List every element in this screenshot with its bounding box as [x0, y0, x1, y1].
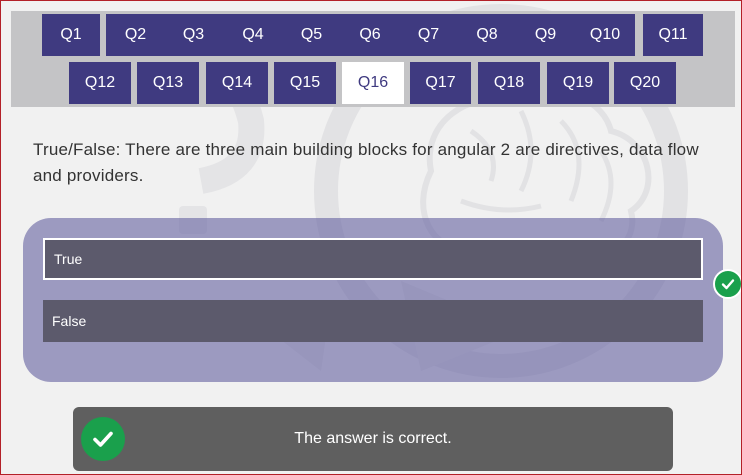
question-text: True/False: There are three main buildin…	[33, 140, 699, 185]
question-nav-button-q9[interactable]: Q9	[516, 14, 575, 56]
option-false[interactable]: False	[43, 300, 703, 342]
feedback-banner: The answer is correct.	[73, 407, 673, 471]
question-nav-button-q10[interactable]: Q10	[575, 14, 635, 56]
question-nav-button-q11[interactable]: Q11	[643, 14, 703, 56]
question-nav-button-q20[interactable]: Q20	[614, 62, 676, 104]
question-nav-button-q14[interactable]: Q14	[206, 62, 268, 104]
option-label: False	[52, 313, 87, 329]
question-nav-button-q3[interactable]: Q3	[164, 14, 223, 56]
question-nav-button-q16[interactable]: Q16	[342, 62, 404, 104]
question-nav-button-q7[interactable]: Q7	[399, 14, 458, 56]
feedback-text: The answer is correct.	[294, 430, 452, 447]
question-nav-button-q2[interactable]: Q2	[106, 14, 165, 56]
question-navigator: Q1 Q2 Q3 Q4 Q5 Q6 Q7 Q8 Q9 Q10 Q11 Q12 Q13 Q14 Q15 Q16…	[11, 11, 735, 107]
question-nav-button-q15[interactable]: Q15	[274, 62, 336, 104]
question-nav-row-2: Q12 Q13 Q14 Q15 Q16 Q17 Q18 Q19 Q20	[11, 62, 735, 104]
question-nav-button-q1[interactable]: Q1	[42, 14, 100, 56]
question-nav-button-q18[interactable]: Q18	[478, 62, 540, 104]
answer-options-panel: True False	[23, 218, 741, 382]
option-label: True	[54, 251, 83, 267]
question-nav-button-q12[interactable]: Q12	[69, 62, 131, 104]
selected-check-icon	[713, 269, 741, 299]
question-nav-button-q13[interactable]: Q13	[137, 62, 199, 104]
question-nav-row-1: Q1 Q2 Q3 Q4 Q5 Q6 Q7 Q8 Q9 Q10 Q11	[11, 14, 735, 56]
question-nav-button-q17[interactable]: Q17	[410, 62, 471, 104]
quiz-frame: Q1 Q2 Q3 Q4 Q5 Q6 Q7 Q8 Q9 Q10 Q11 Q12 Q13 Q14 Q15 Q16…	[0, 0, 742, 475]
question-nav-button-q4[interactable]: Q4	[223, 14, 283, 56]
question-nav-button-q19[interactable]: Q19	[547, 62, 609, 104]
question-nav-button-q5[interactable]: Q5	[282, 14, 341, 56]
question-nav-button-q6[interactable]: Q6	[340, 14, 400, 56]
question-nav-button-q8[interactable]: Q8	[458, 14, 516, 56]
option-true[interactable]: True	[43, 238, 741, 299]
